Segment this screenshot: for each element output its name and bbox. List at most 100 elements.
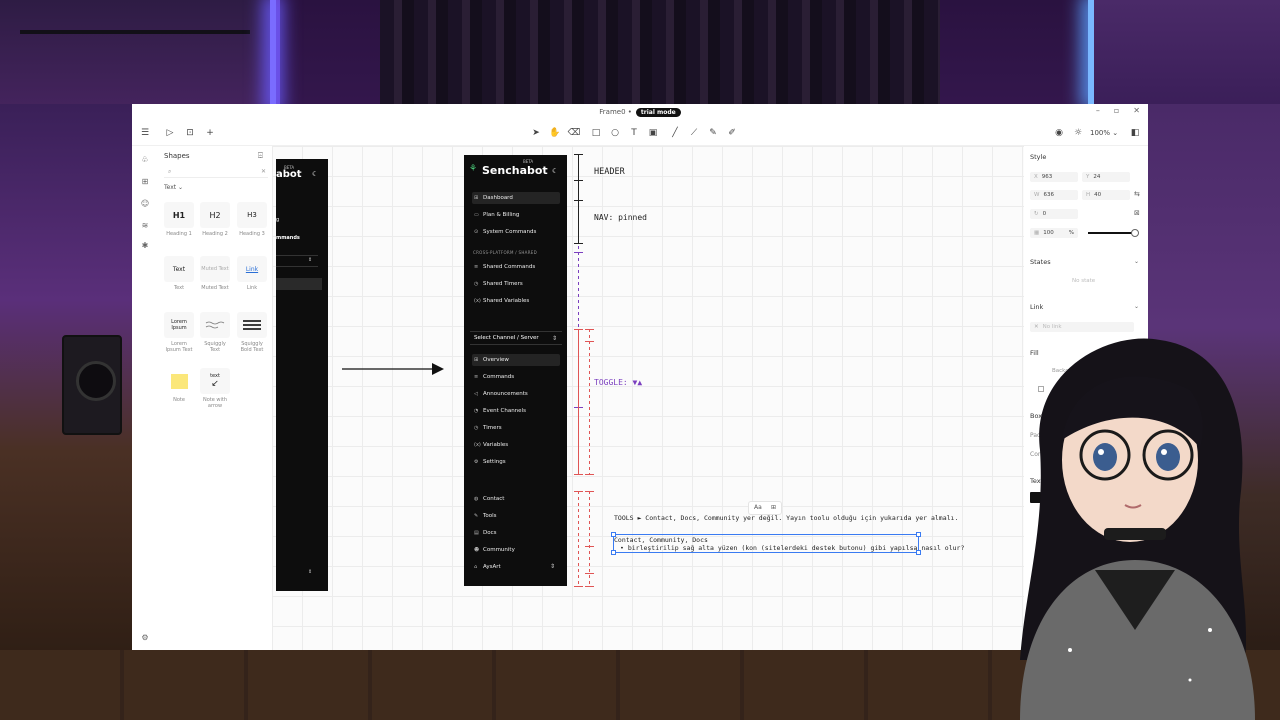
toggle-annotation[interactable]: TOGGLE: ▼▲ [594,378,642,387]
channel-server-select[interactable]: Select Channel / Server ⇕ [470,331,562,345]
tools-annotation[interactable]: TOOLS ► Contact, Docs, Community yer değ… [614,514,958,522]
nav-commands[interactable]: ≡ Commands [472,371,560,383]
nav-dashboard[interactable]: ⊞ Dashboard [472,192,560,204]
connector-tool-icon[interactable]: ⟋ [687,126,701,140]
chevron-down-icon[interactable]: ⌄ [1134,258,1139,265]
opacity-slider[interactable] [1088,229,1139,237]
height-input[interactable]: H 40 [1082,190,1130,200]
nav-shared-commands[interactable]: ≡ Shared Commands [472,261,560,273]
swap-dimensions-icon[interactable]: ⇆ [1134,190,1140,198]
rectangle-tool-icon[interactable]: □ [589,126,603,140]
add-page-icon[interactable]: + [203,126,217,140]
heading-2-preview: H2 [200,202,230,228]
y-position-input[interactable]: Y 24 [1082,172,1130,182]
shape-tile-heading-3[interactable]: H3 Heading 3 [237,202,267,237]
nav-announcements[interactable]: ◁ Announcements [472,388,560,400]
shapes-icon[interactable]: ♧ [139,154,151,166]
nav-community[interactable]: ☻ Community [472,544,560,556]
shape-tile-muted-text[interactable]: Muted Text Muted Text [200,256,230,291]
width-input[interactable]: W 636 [1030,190,1078,200]
nav-annotation[interactable]: NAV: pinned [594,213,647,222]
nav-tools[interactable]: ✎ Tools [472,510,560,522]
shape-tile-squiggly-text[interactable]: Squiggly Text [200,312,230,353]
highlighter-tool-icon[interactable]: ✐ [725,126,739,140]
menu-icon[interactable]: ☰ [138,126,152,140]
docs-icon: ▤ [474,530,479,536]
nav-plan-billing[interactable]: ▭ Plan & Billing [472,209,560,221]
shape-tile-text[interactable]: Text Text [164,256,194,291]
emoji-icon[interactable]: ☺ [139,198,151,210]
nav-label: Shared Variables [483,298,530,304]
hand-tool-icon[interactable]: ✋ [548,126,562,140]
play-icon[interactable]: ▷ [163,126,177,140]
old-sidebar-mockup[interactable]: abot BETA ☾ g mmands ⇕ ⇕ [276,159,328,591]
select-tool-icon[interactable]: ➤ [529,126,543,140]
opacity-input[interactable]: ▦ 100% [1030,228,1078,238]
nav-shared-timers[interactable]: ◷ Shared Timers [472,278,560,290]
shapes-search-input[interactable]: ⌕ ✕ [164,166,268,178]
nav-docs[interactable]: ▤ Docs [472,527,560,539]
chevron-down-icon[interactable]: ⌄ [1134,303,1139,310]
line-tool-icon[interactable]: ╱ [668,126,682,140]
clear-search-icon[interactable]: ✕ [261,166,266,178]
nav-contact[interactable]: ◍ Contact [472,493,560,505]
panel-toggle-icon[interactable]: ◧ [1128,126,1142,140]
tile-caption: Note with arrow [202,397,228,409]
pencil-tool-icon[interactable]: ✎ [706,126,720,140]
tile-caption: Lorem Ipsum Text [165,341,193,353]
grid-icon[interactable]: ⊞ [139,176,151,188]
rotation-input[interactable]: ↻ 0 [1030,209,1078,219]
lock-icon[interactable]: ⊠ [1134,209,1140,217]
minimize-icon[interactable]: – [1096,106,1100,115]
close-icon[interactable]: ✕ [1133,106,1140,115]
rotation-icon: ↻ [1034,211,1039,217]
resize-handle[interactable] [611,550,616,555]
shape-tile-lorem-ipsum[interactable]: Lorem Ipsum Lorem Ipsum Text [164,312,194,353]
shape-tile-squiggly-bold-text[interactable]: Squiggly Bold Text [237,312,267,353]
eraser-tool-icon[interactable]: ⌫ [567,126,581,140]
selected-text-box[interactable]: Contact, Community, Docs • birleştirilip… [611,532,964,555]
resize-handle[interactable] [916,532,921,537]
shape-tile-heading-1[interactable]: H1 Heading 1 [164,202,194,237]
nav-timers[interactable]: ◷ Timers [472,422,560,434]
layers-icon[interactable]: ≋ [139,220,151,232]
nav-event-channels[interactable]: ◔ Event Channels [472,405,560,417]
library-icon[interactable]: ⊡ [183,126,197,140]
sparkle-icon[interactable]: ✱ [139,240,151,252]
text-format-button[interactable]: Aa [754,502,762,514]
x-position-input[interactable]: X 963 [1030,172,1078,182]
overview-icon: ⊞ [474,357,479,363]
user-menu[interactable]: ⌂ AysArt ⇕ [472,561,560,573]
window-title: Frame0 • [599,108,632,116]
book-icon[interactable]: ⌹ [258,151,263,161]
header-annotation[interactable]: HEADER [594,167,625,177]
senchabot-sidebar-mockup[interactable]: ⚘ Senchabot BETA ☾ ⊞ Dashboard ▭ Plan & Bi… [464,155,567,586]
theme-sun-icon[interactable]: ☼ [1071,126,1085,140]
nav-overview[interactable]: ⊞ Overview [472,354,560,366]
design-canvas[interactable]: abot BETA ☾ g mmands ⇕ ⇕ ⚘ Senchabot BET… [272,146,1024,650]
w-value: 636 [1043,192,1054,198]
preview-eye-icon[interactable]: ◉ [1052,126,1066,140]
shape-tile-note[interactable]: Note [164,368,194,403]
nav-label: Dashboard [483,195,513,201]
shape-tile-link[interactable]: Link Link [237,256,267,291]
nav-settings[interactable]: ⚙ Settings [472,456,560,468]
resize-handle[interactable] [916,550,921,555]
nav-system-commands[interactable]: ⊙ System Commands [472,226,560,238]
maximize-icon[interactable]: ▫ [1114,106,1119,115]
shape-category-dropdown[interactable]: Text ⌄ [164,184,183,191]
shape-tile-note-with-arrow[interactable]: text ↙ Note with arrow [200,368,230,409]
image-tool-icon[interactable]: ▣ [646,126,660,140]
nav-variables[interactable]: (x) Variables [472,439,560,451]
variable-icon: (x) [474,442,481,448]
settings-gear-icon[interactable]: ⚙ [139,632,151,644]
shape-tile-heading-2[interactable]: H2 Heading 2 [200,202,230,237]
text-tool-icon[interactable]: T [627,126,641,140]
more-icon[interactable]: ⊞ [771,502,776,514]
zoom-dropdown[interactable]: 100% ⌄ [1090,126,1118,140]
slider-thumb[interactable] [1131,229,1139,237]
resize-handle[interactable] [611,532,616,537]
select-label: Select Channel / Server [474,335,539,341]
ellipse-tool-icon[interactable]: ○ [608,126,622,140]
nav-shared-variables[interactable]: (x) Shared Variables [472,295,560,307]
